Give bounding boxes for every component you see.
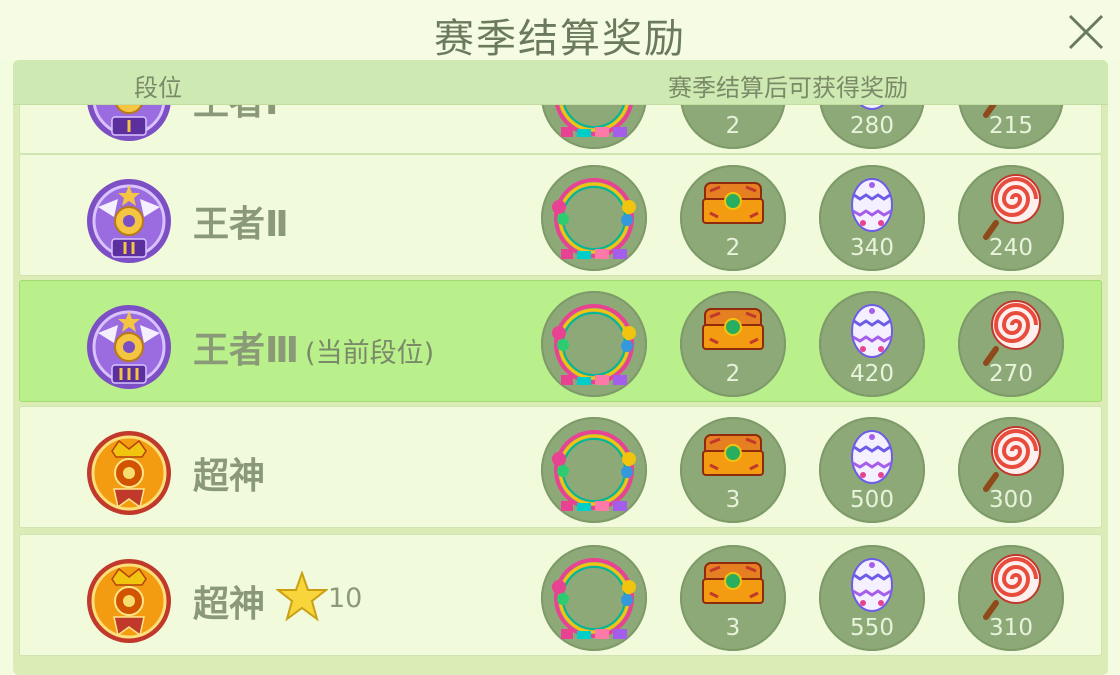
king-badge-2-icon: [87, 179, 171, 263]
reward-count: 300: [989, 487, 1033, 513]
reward-count: 550: [850, 615, 894, 641]
reward-item-egg[interactable]: 500: [819, 417, 925, 523]
reward-panel: 王者Ⅰ2280215 王者Ⅱ2340240 王者Ⅲ(当前段位)2420270 超…: [13, 60, 1108, 675]
header-rank-label: 段位: [134, 74, 182, 102]
title-bar: 赛季结算奖励: [0, 0, 1120, 62]
reward-count: 420: [850, 361, 894, 387]
rank-badge-icon: [84, 303, 174, 391]
window-title: 赛季结算奖励: [434, 16, 686, 62]
reward-item-treasure-chest[interactable]: 2: [680, 165, 786, 271]
reward-item-avatar-frame[interactable]: [541, 165, 647, 271]
reward-item-treasure-chest[interactable]: 3: [680, 545, 786, 651]
star-icon: [275, 569, 329, 623]
reward-item-treasure-chest[interactable]: 2: [680, 291, 786, 397]
rank-badge-icon: [84, 177, 174, 265]
reward-item-lollipop[interactable]: 310: [958, 545, 1064, 651]
avatar-frame-icon: [552, 178, 636, 259]
avatar-frame-icon: [552, 558, 636, 639]
list-header: 段位 赛季结算后可获得奖励: [13, 60, 1108, 105]
current-rank-tag: (当前段位): [305, 338, 435, 369]
reward-count: 310: [989, 615, 1033, 641]
super-god-badge-icon: [87, 559, 171, 643]
close-icon: [1068, 14, 1104, 50]
star-count: 10: [328, 583, 363, 614]
reward-count: 500: [850, 487, 894, 513]
rank-row-2: 王者Ⅲ (当前段位) 2 420 270: [19, 280, 1102, 402]
super-god-badge-icon: [87, 431, 171, 515]
reward-count: 280: [850, 113, 894, 139]
reward-item-egg[interactable]: 550: [819, 545, 925, 651]
reward-item-lollipop[interactable]: 240: [958, 165, 1064, 271]
reward-count: 240: [989, 235, 1033, 261]
reward-count: 3: [725, 615, 741, 641]
avatar-frame-icon: [552, 430, 636, 511]
reward-item-avatar-frame[interactable]: [541, 417, 647, 523]
reward-item-lollipop[interactable]: 270: [958, 291, 1064, 397]
reward-item-avatar-frame[interactable]: [541, 545, 647, 651]
close-button[interactable]: [1062, 8, 1110, 56]
reward-item-lollipop[interactable]: 300: [958, 417, 1064, 523]
reward-count: 340: [850, 235, 894, 261]
rank-name-text: 超神: [193, 456, 266, 497]
reward-list[interactable]: 王者Ⅰ2280215 王者Ⅱ2340240 王者Ⅲ(当前段位)2420270 超…: [13, 60, 1108, 675]
reward-count: 2: [725, 113, 741, 139]
reward-item-avatar-frame[interactable]: [541, 291, 647, 397]
reward-count: 215: [989, 113, 1033, 139]
reward-count: 2: [725, 235, 741, 261]
rank-name-text: 王者Ⅱ: [193, 204, 289, 245]
rank-row-3: 超神 3 500 300: [19, 406, 1102, 528]
rank-row-1: 王者Ⅱ 2 340 240: [19, 154, 1102, 276]
reward-count: 270: [989, 361, 1033, 387]
header-reward-label: 赛季结算后可获得奖励: [668, 74, 908, 102]
rank-name: 王者Ⅱ: [193, 195, 289, 247]
reward-count: 3: [725, 487, 741, 513]
reward-item-egg[interactable]: 420: [819, 291, 925, 397]
reward-item-egg[interactable]: 340: [819, 165, 925, 271]
rank-row-4: 超神 10 3 550 310: [19, 534, 1102, 656]
rank-name: 王者Ⅲ (当前段位): [193, 321, 434, 373]
avatar-frame-icon: [552, 304, 636, 385]
king-badge-3-icon: [87, 305, 171, 389]
rank-badge-icon: [84, 557, 174, 645]
rank-name: 超神: [193, 447, 265, 499]
rank-name: 超神: [193, 575, 265, 627]
rank-name-text: 王者Ⅲ: [193, 330, 300, 371]
rank-badge-icon: [84, 429, 174, 517]
rank-name-text: 超神: [193, 584, 266, 625]
reward-item-treasure-chest[interactable]: 3: [680, 417, 786, 523]
reward-count: 2: [725, 361, 741, 387]
